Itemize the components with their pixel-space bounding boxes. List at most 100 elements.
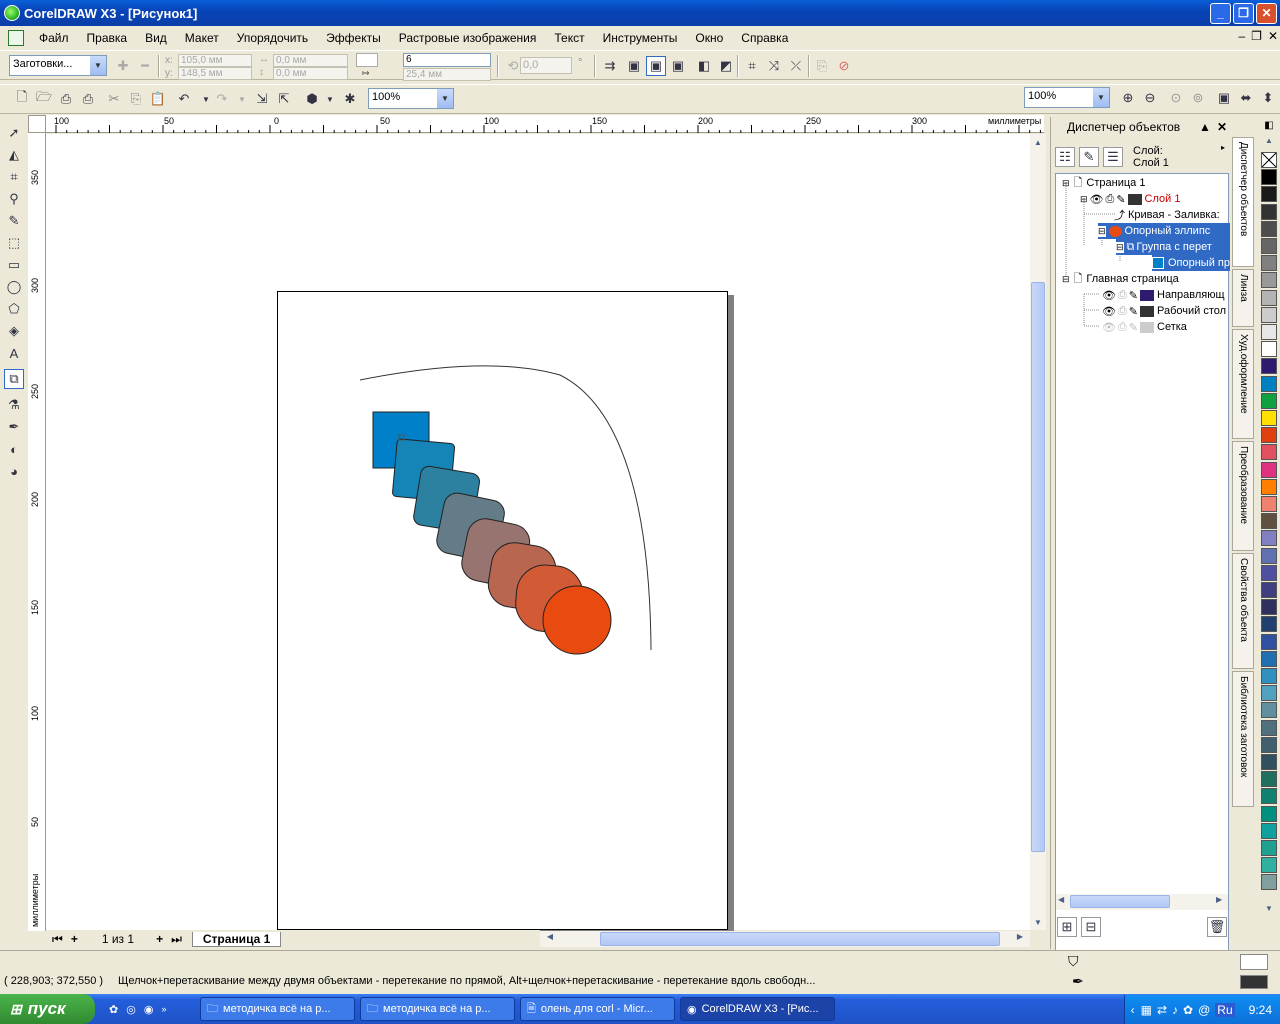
menu-edit[interactable]: Правка bbox=[78, 31, 137, 45]
color-swatch[interactable] bbox=[1261, 461, 1277, 478]
tray-expand-icon[interactable]: ‹ bbox=[1131, 1003, 1135, 1017]
horizontal-scroll-thumb[interactable] bbox=[600, 932, 1000, 946]
add-page-before-icon[interactable]: + bbox=[71, 932, 78, 946]
visibility-eye-icon[interactable]: 👁 bbox=[1102, 321, 1116, 334]
counterclockwise-blend-icon[interactable]: ▣ bbox=[668, 56, 688, 76]
export-icon[interactable]: ⇱ bbox=[274, 89, 294, 109]
color-swatch[interactable] bbox=[1261, 702, 1277, 719]
height-field[interactable]: 0,0 мм bbox=[273, 67, 348, 80]
color-swatch[interactable] bbox=[1261, 272, 1277, 289]
menu-help[interactable]: Справка bbox=[732, 31, 797, 45]
palette-scroll-down-icon[interactable]: ▼ bbox=[1261, 904, 1277, 918]
color-swatch[interactable] bbox=[1261, 530, 1277, 547]
color-swatch[interactable] bbox=[1261, 650, 1277, 667]
docker-collapse-icon[interactable]: ▲ bbox=[1199, 120, 1211, 134]
redo-dropdown-icon[interactable]: ▼ bbox=[232, 89, 252, 109]
menu-file[interactable]: Файл bbox=[30, 31, 78, 45]
printer-icon[interactable]: ⎙ bbox=[1106, 193, 1115, 206]
color-acceleration-icon[interactable]: ◩ bbox=[716, 56, 736, 76]
quicklaunch-more-icon[interactable]: » bbox=[161, 1004, 166, 1014]
color-swatch[interactable] bbox=[1261, 874, 1277, 891]
color-swatch[interactable] bbox=[1261, 840, 1277, 856]
menu-layout[interactable]: Макет bbox=[176, 31, 228, 45]
scroll-up-icon[interactable]: ▲ bbox=[1031, 134, 1045, 150]
menu-text[interactable]: Текст bbox=[545, 31, 593, 45]
tree-node-desktop[interactable]: 👁 ⎙ ✎ Рабочий стол bbox=[1102, 303, 1226, 319]
tab-artistic-media[interactable]: Худ.оформление bbox=[1232, 329, 1254, 439]
page[interactable] bbox=[277, 291, 728, 930]
app-launcher-icon[interactable]: ⬢ bbox=[302, 89, 322, 109]
tree-node-control-rect[interactable]: Опорный пр bbox=[1152, 255, 1230, 271]
color-swatch[interactable] bbox=[1261, 478, 1277, 495]
more-blend-options-icon[interactable]: ⤫ bbox=[786, 56, 806, 76]
blend-steps-field[interactable]: 6 bbox=[403, 53, 491, 67]
shape-tool-icon[interactable]: ◭ bbox=[4, 145, 24, 165]
palette-menu-icon[interactable]: ◧ bbox=[1261, 120, 1277, 134]
color-swatch[interactable] bbox=[1261, 255, 1277, 272]
import-icon[interactable]: ⇲ bbox=[252, 89, 272, 109]
tree-node-guides[interactable]: 👁 ⎙ ✎ Направляющ bbox=[1102, 287, 1225, 303]
menu-arrange[interactable]: Упорядочить bbox=[228, 31, 317, 45]
paste-icon[interactable]: 📋 bbox=[148, 89, 168, 109]
tree-node-curve[interactable]: ⤴ Кривая - Заливка: bbox=[1114, 207, 1220, 223]
menu-tools[interactable]: Инструменты bbox=[594, 31, 687, 45]
text-tool-icon[interactable]: A bbox=[4, 343, 24, 363]
tab-transformation[interactable]: Преобразование bbox=[1232, 441, 1254, 551]
printer-icon[interactable]: ⎙ bbox=[1118, 305, 1127, 318]
loop-blend-icon[interactable]: ⇉ bbox=[600, 56, 620, 76]
scroll-left-icon[interactable]: ◀ bbox=[1058, 895, 1064, 904]
tray-network-icon[interactable]: ⇄ bbox=[1157, 1003, 1167, 1017]
vertical-scroll-thumb[interactable] bbox=[1031, 282, 1045, 852]
object-acceleration-icon[interactable]: ◧ bbox=[694, 56, 714, 76]
zoom-page-icon[interactable]: ▣ bbox=[1214, 88, 1234, 108]
edit-across-layers-icon[interactable]: ✎ bbox=[1079, 147, 1099, 167]
steps-toggle-icon[interactable] bbox=[356, 53, 378, 67]
doc-restore-button[interactable]: ❐ bbox=[1251, 29, 1262, 43]
width-field[interactable]: 0,0 мм bbox=[273, 54, 348, 67]
color-swatch[interactable] bbox=[1261, 599, 1277, 616]
cut-icon[interactable]: ✂ bbox=[104, 89, 124, 109]
scroll-right-icon[interactable]: ▶ bbox=[1216, 895, 1222, 904]
page-tab[interactable]: Страница 1 bbox=[191, 931, 282, 947]
color-swatch[interactable] bbox=[1261, 496, 1277, 512]
quicklaunch-agent-icon[interactable]: ◉ bbox=[144, 1003, 154, 1016]
last-page-icon[interactable]: ⏭ bbox=[171, 932, 182, 947]
color-swatch[interactable] bbox=[1261, 736, 1277, 753]
remove-preset-icon[interactable]: ━ bbox=[135, 56, 155, 76]
printer-icon[interactable]: ⎙ bbox=[1118, 289, 1127, 302]
palette-scroll-up-icon[interactable]: ▲ bbox=[1261, 136, 1277, 150]
quicklaunch-opera-icon[interactable]: ◎ bbox=[126, 1003, 136, 1016]
start-button[interactable]: ⊞ пуск bbox=[0, 994, 95, 1024]
color-swatch[interactable] bbox=[1261, 169, 1277, 186]
color-swatch[interactable] bbox=[1261, 771, 1277, 788]
color-swatch[interactable] bbox=[1261, 788, 1277, 805]
doc-minimize-button[interactable]: – bbox=[1238, 29, 1245, 43]
polygon-tool-icon[interactable]: ⬠ bbox=[4, 299, 24, 319]
scroll-down-icon[interactable]: ▼ bbox=[1031, 914, 1045, 930]
horizontal-ruler[interactable]: 100 50 0 50 100 150 200 250 300 миллимет… bbox=[46, 115, 1044, 133]
tray-icq-icon[interactable]: ✿ bbox=[1183, 1003, 1193, 1017]
tree-node-layer1[interactable]: ⊟ 👁 ⎙ ✎ Слой 1 bbox=[1080, 191, 1180, 207]
document-icon[interactable] bbox=[8, 30, 24, 46]
horizontal-scrollbar[interactable]: ◀ ▶ bbox=[540, 931, 1030, 947]
edit-pencil-icon[interactable]: ✎ bbox=[1129, 305, 1138, 318]
color-swatch[interactable] bbox=[1261, 616, 1277, 633]
color-swatch[interactable] bbox=[1261, 685, 1277, 702]
visibility-eye-icon[interactable]: 👁 bbox=[1102, 289, 1116, 302]
open-icon[interactable]: 🗁 bbox=[34, 89, 54, 109]
rectangle-tool-icon[interactable]: ▭ bbox=[4, 255, 24, 275]
new-layer-icon[interactable]: ⊞ bbox=[1057, 917, 1077, 937]
color-swatch[interactable] bbox=[1261, 822, 1277, 839]
show-properties-icon[interactable]: ☷ bbox=[1055, 147, 1075, 167]
eyedropper-tool-icon[interactable]: ⚗ bbox=[4, 395, 24, 415]
zoom-all-icon[interactable]: ⊚ bbox=[1188, 88, 1208, 108]
color-swatch[interactable] bbox=[1261, 238, 1277, 254]
zoom-in-icon[interactable]: ⊕ bbox=[1118, 88, 1138, 108]
direct-blend-icon[interactable]: ▣ bbox=[624, 56, 644, 76]
layer-manager-view-icon[interactable]: ☰ bbox=[1103, 147, 1123, 167]
first-page-icon[interactable]: ⏮ bbox=[52, 932, 63, 947]
maximize-button[interactable]: ❐ bbox=[1233, 2, 1254, 24]
color-swatch[interactable] bbox=[1261, 392, 1277, 409]
new-master-layer-icon[interactable]: ⊟ bbox=[1081, 917, 1101, 937]
y-position-field[interactable]: 148,5 мм bbox=[178, 67, 252, 80]
